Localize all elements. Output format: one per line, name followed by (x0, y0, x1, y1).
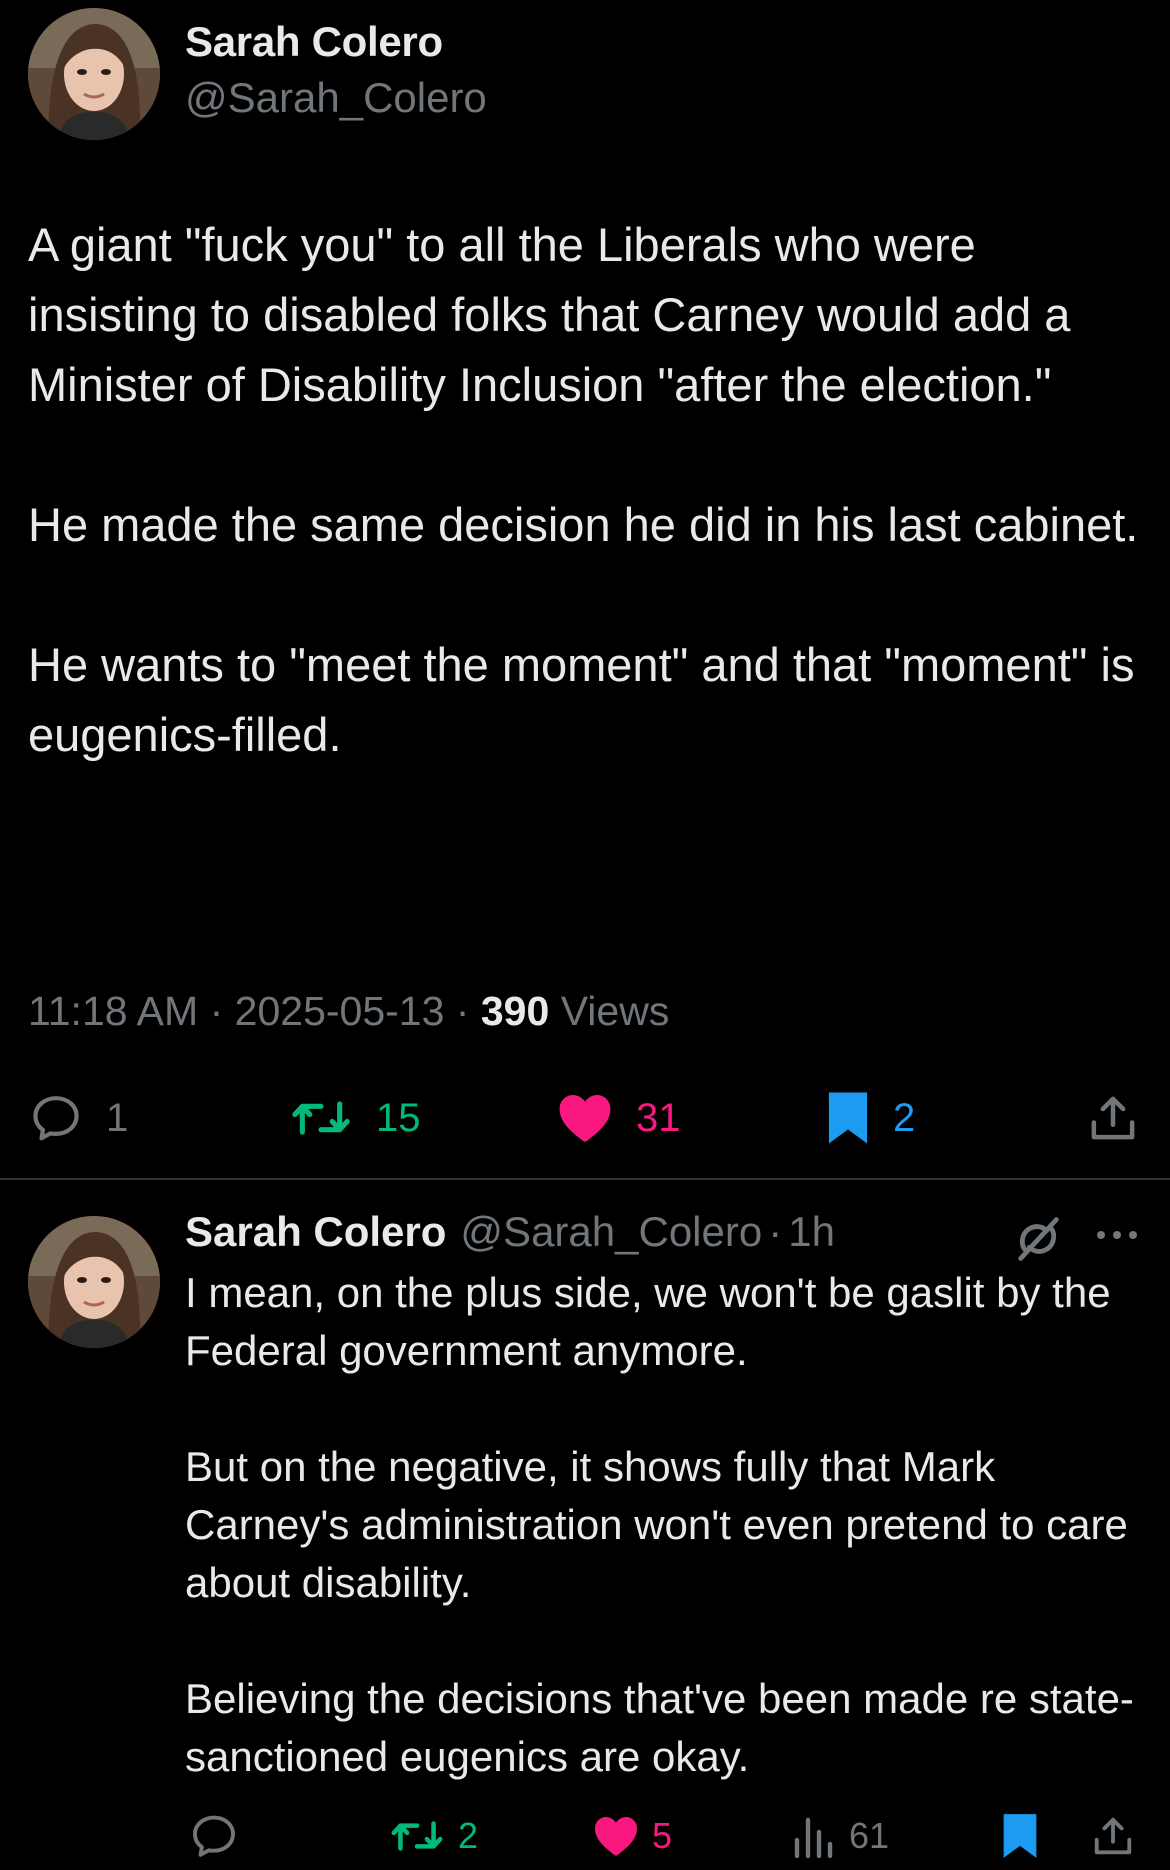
like-button[interactable]: 31 (556, 1088, 681, 1148)
repost-button[interactable]: 2 (388, 1808, 478, 1864)
main-tweet: Sarah Colero @Sarah_Colero A giant "fuck… (0, 0, 1170, 1178)
bookmark-button[interactable]: 2 (825, 1088, 915, 1148)
share-button[interactable] (1090, 1808, 1136, 1864)
author-name[interactable]: Sarah Colero (185, 1208, 446, 1256)
views-count: 61 (849, 1815, 890, 1856)
reply-button[interactable] (188, 1808, 240, 1864)
reply-icon (188, 1810, 240, 1862)
share-button[interactable] (1086, 1088, 1140, 1148)
share-icon (1090, 1812, 1136, 1860)
heart-icon (592, 1813, 640, 1859)
bookmark-icon (1000, 1812, 1040, 1860)
like-count: 5 (652, 1815, 673, 1856)
meta-separator: · (455, 988, 470, 1034)
like-count: 31 (636, 1095, 681, 1140)
author-handle[interactable]: @Sarah_Colero (185, 74, 487, 122)
views-label: Views (560, 988, 670, 1034)
repost-count: 2 (458, 1815, 479, 1856)
reply-action-bar: 2 5 61 (0, 1808, 1170, 1864)
reply-count: 1 (106, 1095, 129, 1140)
analytics-icon (793, 1814, 837, 1858)
tweet-paragraph: A giant "fuck you" to all the Liberals w… (28, 218, 1071, 411)
heart-icon (556, 1090, 614, 1146)
tweet-date[interactable]: 2025-05-13 (235, 988, 445, 1034)
reply-button[interactable]: 1 (28, 1088, 128, 1148)
tweet-paragraph: But on the negative, it shows fully that… (185, 1443, 1128, 1606)
repost-icon (288, 1090, 354, 1146)
reply-icon (28, 1090, 84, 1146)
grok-icon[interactable] (1012, 1213, 1064, 1270)
meta-separator: · (209, 988, 224, 1034)
views-button[interactable]: 61 (793, 1808, 889, 1864)
repost-count: 15 (376, 1095, 421, 1140)
author-handle[interactable]: @Sarah_Colero (460, 1208, 762, 1256)
repost-button[interactable]: 15 (288, 1088, 421, 1148)
avatar[interactable] (28, 1216, 160, 1348)
tweet-action-bar: 1 15 31 2 (0, 1088, 1170, 1148)
tweet-text: A giant "fuck you" to all the Liberals w… (28, 210, 1148, 770)
avatar[interactable] (28, 8, 160, 140)
tweet-paragraph: I mean, on the plus side, we won't be ga… (185, 1269, 1111, 1374)
tweet-meta: 11:18 AM · 2025-05-13 · 390 Views (28, 988, 669, 1035)
tweet-time[interactable]: 1h (788, 1208, 835, 1256)
tweet-paragraph: He wants to "meet the moment" and that "… (28, 638, 1135, 761)
reply-header: Sarah Colero @Sarah_Colero · 1h (185, 1208, 835, 1256)
share-icon (1086, 1090, 1140, 1146)
author-name[interactable]: Sarah Colero (185, 18, 443, 66)
like-button[interactable]: 5 (592, 1808, 672, 1864)
repost-icon (388, 1811, 446, 1861)
tweet-paragraph: Believing the decisions that've been mad… (185, 1675, 1134, 1780)
views-count[interactable]: 390 (481, 988, 549, 1034)
tweet-time[interactable]: 11:18 AM (28, 988, 198, 1034)
bookmark-count: 2 (893, 1095, 916, 1140)
more-icon[interactable] (1095, 1227, 1139, 1248)
tweet-paragraph: He made the same decision he did in his … (28, 498, 1139, 551)
bookmark-icon (825, 1090, 871, 1146)
reply-text: I mean, on the plus side, we won't be ga… (185, 1264, 1145, 1786)
header-separator: · (768, 1208, 783, 1255)
bookmark-button[interactable] (1000, 1808, 1040, 1864)
tweet-divider (0, 1178, 1170, 1180)
